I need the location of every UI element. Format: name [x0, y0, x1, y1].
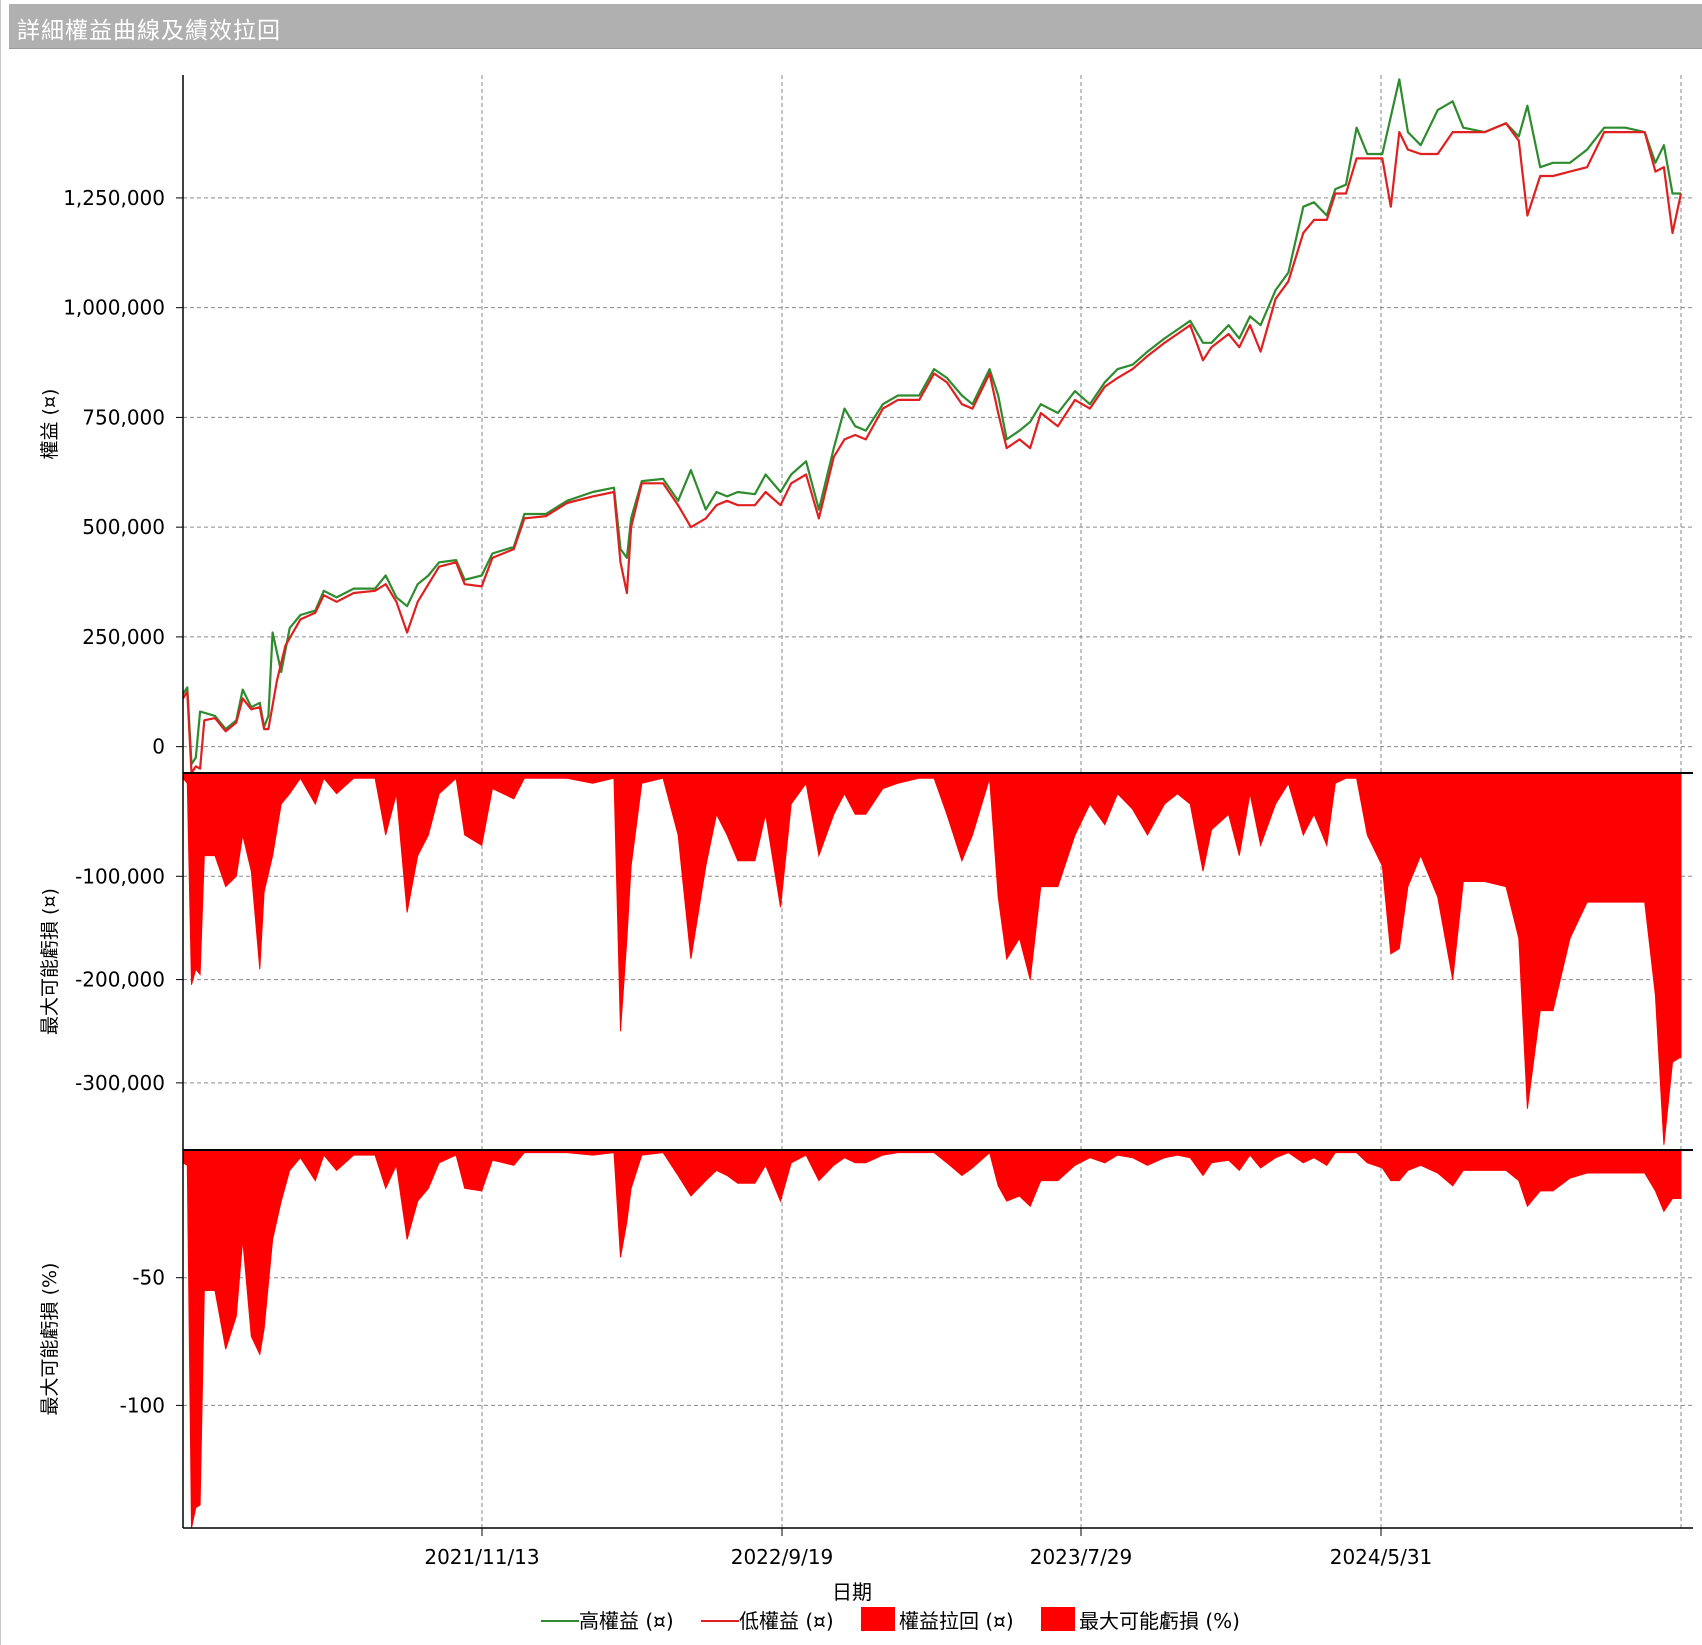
legend-label: 最大可能虧損 (%) — [1079, 1609, 1240, 1633]
y-tick-label: 1,000,000 — [63, 296, 165, 320]
equity-drawdown-chart: 1,250,000 1,000,000 750,000 500,000 250,000 0… — [39, 75, 1693, 1633]
y-tick-label: -100 — [120, 1393, 165, 1417]
x-tick-label: 2021/11/13 — [424, 1545, 539, 1569]
x-tick-label: 2022/9/19 — [731, 1545, 834, 1569]
legend-label: 高權益 (¤) — [579, 1609, 674, 1633]
y-tick-label: 500,000 — [82, 515, 165, 539]
drawdown-area-series — [182, 772, 1682, 1145]
high-equity-line — [182, 78, 1681, 766]
legend-swatch-area — [861, 1607, 895, 1631]
y-tick-label: 1,250,000 — [63, 186, 165, 210]
y-tick-label: 250,000 — [82, 625, 165, 649]
low-equity-line — [182, 122, 1683, 775]
x-tick-label: 2024/5/31 — [1330, 1545, 1433, 1569]
y-tick-label: 0 — [152, 735, 165, 759]
y-axis-label: 最大可能虧損 (¤) — [39, 888, 61, 1035]
y-axis-label: 權益 (¤) — [39, 389, 61, 460]
y-tick-label: -300,000 — [75, 1071, 165, 1095]
legend-swatch-area — [1041, 1607, 1075, 1631]
x-tick-label: 2023/7/29 — [1030, 1545, 1133, 1569]
legend-label: 低權益 (¤) — [739, 1609, 834, 1633]
drawdown-area-series — [182, 1149, 1682, 1529]
y-tick-label: -200,000 — [75, 968, 165, 992]
chart-window: 詳細權益曲線及績效拉回 1,250,000 1,000,000 750,000 500… — [0, 0, 1702, 1645]
y-tick-label: -100,000 — [75, 864, 165, 888]
y-tick-label: 750,000 — [82, 405, 165, 429]
x-axis-label: 日期 — [832, 1580, 872, 1604]
y-axis-label: 最大可能虧損 (%) — [39, 1263, 61, 1416]
legend-label: 權益拉回 (¤) — [899, 1609, 1014, 1633]
y-tick-label: -50 — [132, 1266, 165, 1290]
